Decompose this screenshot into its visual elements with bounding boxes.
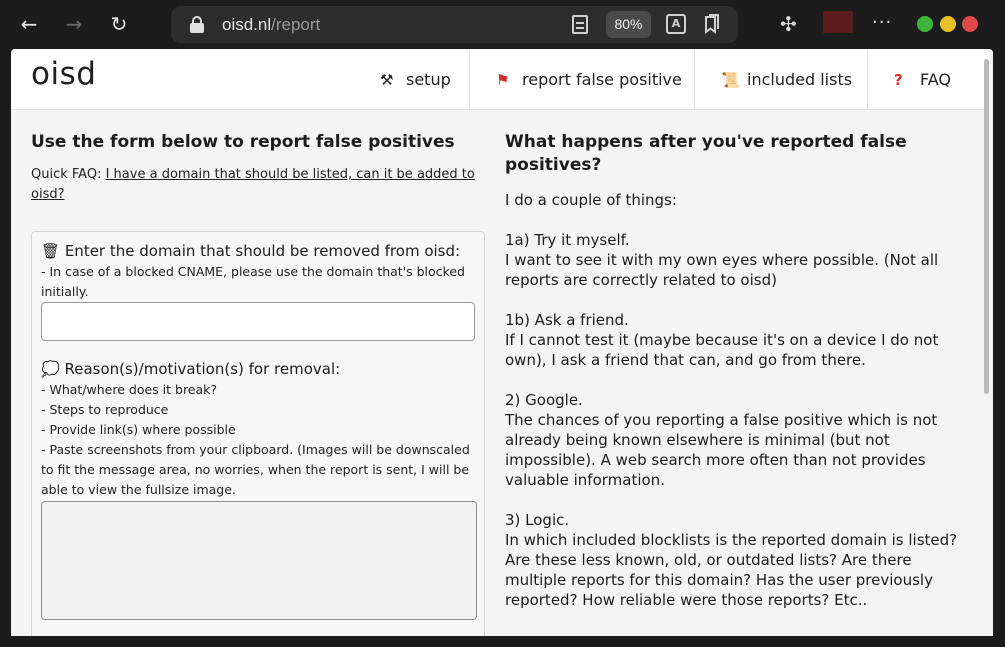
back-arrow-icon[interactable]: ←	[15, 10, 43, 38]
browser-toolbar: ← → ↻ oisd.nl/report 80% A ✣ ···	[0, 0, 1005, 48]
more-menu-icon[interactable]: ···	[872, 12, 892, 33]
step-body: In which included blocklists is the repo…	[505, 531, 958, 609]
step-body: I want to see it with my own eyes where …	[505, 251, 939, 289]
reason-hint-3: - Provide link(s) where possible	[41, 422, 236, 437]
step-body: The chances of you reporting a false pos…	[505, 411, 938, 489]
process-info-section: What happens after you've reported false…	[505, 131, 965, 610]
scrollbar-thumb[interactable]	[984, 59, 989, 394]
address-bar[interactable]: oisd.nl/report 80% A	[171, 6, 738, 43]
reason-hint-1: - What/where does it break?	[41, 382, 218, 397]
nav-label: included lists	[747, 70, 853, 89]
nav-included-lists[interactable]: 📜 included lists	[694, 49, 868, 110]
url-text[interactable]: oisd.nl/report	[222, 15, 320, 35]
domain-label: 🗑 Enter the domain that should be remove…	[41, 242, 461, 260]
form-heading: Use the form below to report false posit…	[31, 132, 455, 152]
hammer-wrench-icon: ⚒	[380, 71, 394, 89]
red-flag-icon: ⚑	[496, 71, 510, 89]
nav-label: setup	[406, 70, 451, 89]
wastebasket-icon: 🗑	[41, 242, 61, 260]
page-viewport: oisd ⚒ setup ⚑ report false positive 📜 incl…	[11, 49, 993, 636]
info-heading: What happens after you've reported false…	[505, 132, 907, 175]
step-title: 3) Logic.	[505, 511, 570, 529]
profile-avatar[interactable]	[823, 11, 853, 33]
window-close-button[interactable]	[962, 16, 978, 32]
quick-faq: Quick FAQ: I have a domain that should b…	[31, 165, 486, 205]
site-logo[interactable]: oisd	[31, 56, 96, 92]
nav-setup[interactable]: ⚒ setup	[366, 49, 470, 110]
forward-arrow-icon[interactable]: →	[60, 10, 88, 38]
scroll-icon: 📜	[721, 71, 740, 89]
step-body: If I cannot test it (maybe because it's …	[505, 331, 939, 369]
step-title: 1a) Try it myself.	[505, 231, 630, 249]
quick-faq-prefix: Quick FAQ:	[31, 167, 102, 182]
window-minimize-button[interactable]	[917, 16, 933, 32]
domain-input[interactable]	[41, 302, 475, 341]
domain-hint: - In case of a blocked CNAME, please use…	[41, 264, 465, 299]
info-intro: I do a couple of things:	[505, 191, 677, 209]
reason-label: 💭 Reason(s)/motivation(s) for removal:	[41, 360, 341, 378]
step-title: 2) Google.	[505, 391, 583, 409]
scrollbar-track[interactable]	[989, 49, 993, 636]
reason-textarea[interactable]	[41, 501, 477, 620]
step-title: 1b) Ask a friend.	[505, 311, 629, 329]
nav-report-false-positive[interactable]: ⚑ report false positive	[469, 49, 695, 110]
site-header: oisd ⚒ setup ⚑ report false positive 📜 incl…	[11, 49, 989, 110]
nav-label: FAQ	[920, 70, 951, 89]
reload-icon[interactable]: ↻	[105, 10, 133, 38]
collections-icon[interactable]	[704, 14, 720, 34]
nav-label: report false positive	[522, 70, 682, 89]
reason-hint-2: - Steps to reproduce	[41, 402, 169, 417]
window-maximize-button[interactable]	[940, 16, 956, 32]
thought-bubble-icon: 💭	[41, 360, 60, 378]
extensions-puzzle-icon[interactable]: ✣	[780, 12, 797, 36]
zoom-level-badge[interactable]: 80%	[606, 11, 651, 38]
nav-faq[interactable]: ? FAQ	[867, 49, 989, 110]
report-form-section: Use the form below to report false posit…	[31, 131, 486, 636]
reason-hint-4: - Paste screenshots from your clipboard.…	[41, 442, 470, 497]
report-form: 🗑 Enter the domain that should be remove…	[31, 231, 485, 636]
lock-icon[interactable]	[189, 16, 205, 33]
translate-icon[interactable]: A	[666, 14, 686, 34]
question-mark-icon: ?	[894, 71, 903, 89]
reader-view-icon[interactable]	[572, 15, 588, 34]
